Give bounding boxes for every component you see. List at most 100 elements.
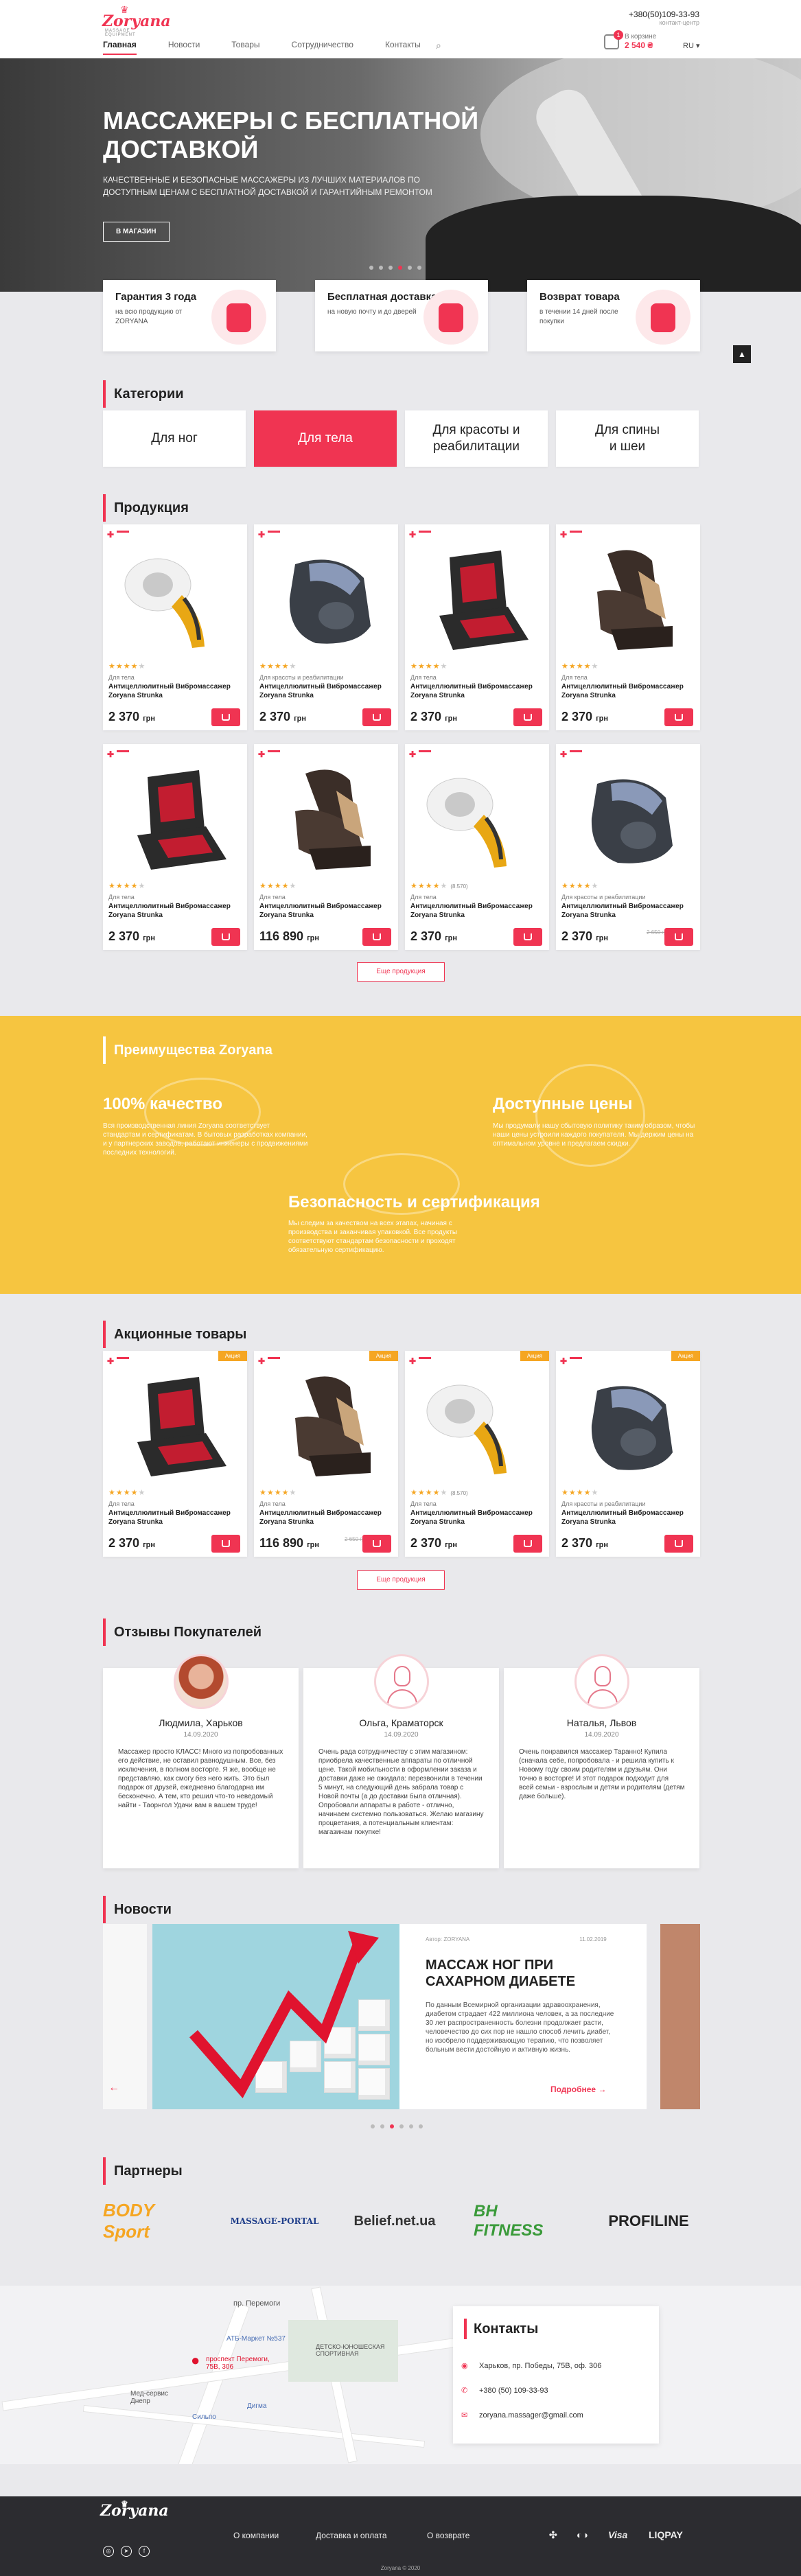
- more-products-button[interactable]: Еще продукция: [357, 962, 445, 982]
- slider-dot[interactable]: [380, 2124, 384, 2128]
- cart-icon[interactable]: 1: [604, 30, 623, 49]
- news-more-link[interactable]: Подробнее →: [550, 2085, 606, 2094]
- add-to-cart-button[interactable]: [664, 1535, 693, 1553]
- contact-email[interactable]: ✉ zoryana.massager@gmail.com: [461, 2411, 583, 2420]
- partner-bh-fitness[interactable]: BH FITNESS: [474, 2201, 570, 2242]
- news-slider-dots[interactable]: [371, 2124, 423, 2128]
- add-to-cart-button[interactable]: [664, 928, 693, 946]
- add-to-cart-button[interactable]: [664, 708, 693, 726]
- slider-dot[interactable]: [388, 266, 393, 270]
- slider-dot[interactable]: [369, 266, 373, 270]
- telegram-icon[interactable]: ➤: [121, 2546, 132, 2557]
- category-legs[interactable]: Для ног: [103, 410, 246, 467]
- slider-dot[interactable]: [409, 2124, 413, 2128]
- news-card[interactable]: Автор: ZORYANA 11.02.2019 МАССАЖ НОГ ПРИ…: [152, 1924, 647, 2109]
- nav-products[interactable]: Товары: [231, 40, 259, 55]
- instagram-icon[interactable]: ◎: [103, 2546, 114, 2557]
- product-name[interactable]: Антицеллюлитный Вибромассажер Zoryana St…: [108, 682, 246, 700]
- product-name[interactable]: Антицеллюлитный Вибромассажер Zoryana St…: [561, 902, 699, 920]
- product-card[interactable]: ✚ ★★★★★ Для красоты и реабилитации Антиц…: [556, 744, 700, 950]
- product-card[interactable]: ✚ ★★★★★ Для красоты и реабилитации Антиц…: [254, 524, 398, 730]
- add-to-cart-button[interactable]: [513, 928, 542, 946]
- partner-profiline[interactable]: PROFILINE: [594, 2201, 704, 2242]
- footer-link-about[interactable]: О компании: [233, 2531, 279, 2540]
- product-image[interactable]: [570, 544, 686, 657]
- scroll-up-button[interactable]: ▲: [733, 345, 751, 363]
- product-card[interactable]: ✚ ★★★★★ Для тела Антицеллюлитный Виброма…: [405, 524, 549, 730]
- product-image[interactable]: [570, 1370, 686, 1483]
- add-to-cart-button[interactable]: [362, 1535, 391, 1553]
- product-name[interactable]: Антицеллюлитный Вибромассажер Zoryana St…: [259, 682, 397, 700]
- product-card[interactable]: ✚ Акция ★★★★★ Для тела Антицеллюлитный В…: [254, 1351, 398, 1557]
- nav-news[interactable]: Новости: [168, 40, 200, 55]
- product-name[interactable]: Антицеллюлитный Вибромассажер Zoryana St…: [108, 1509, 246, 1527]
- product-card[interactable]: ✚ ★★★★★ Для тела Антицеллюлитный Виброма…: [103, 524, 247, 730]
- cart-widget[interactable]: 1 В корзине 2 540 ₴: [604, 30, 656, 50]
- add-to-cart-button[interactable]: [211, 928, 240, 946]
- product-image[interactable]: [268, 544, 384, 657]
- slider-dot[interactable]: [399, 2124, 404, 2128]
- category-body[interactable]: Для тела: [254, 410, 397, 467]
- product-name[interactable]: Антицеллюлитный Вибромассажер Zoryana St…: [410, 902, 548, 920]
- more-promo-button[interactable]: Еще продукция: [357, 1570, 445, 1590]
- product-card[interactable]: ✚ Акция ★★★★★ Для красоты и реабилитации…: [556, 1351, 700, 1557]
- footer-link-delivery[interactable]: Доставка и оплата: [316, 2531, 387, 2540]
- footer-logo[interactable]: ♛ Zoryana: [100, 2499, 169, 2520]
- product-image[interactable]: [419, 1370, 535, 1483]
- product-name[interactable]: Антицеллюлитный Вибромассажер Zoryana St…: [259, 1509, 397, 1527]
- arrow-left-icon[interactable]: ←: [108, 2082, 119, 2094]
- category-beauty[interactable]: Для красоты и реабилитации: [405, 410, 548, 467]
- product-name[interactable]: Антицеллюлитный Вибромассажер Zoryana St…: [410, 682, 548, 700]
- facebook-icon[interactable]: f: [139, 2546, 150, 2557]
- product-name[interactable]: Антицеллюлитный Вибромассажер Zoryana St…: [410, 1509, 548, 1527]
- slider-dot[interactable]: [417, 266, 421, 270]
- logo[interactable]: ♛ Zoryana MASSAGE EQUIPMENT: [100, 4, 171, 37]
- hero-slider-dots[interactable]: [369, 266, 421, 270]
- product-card[interactable]: ✚ Акция ★★★★★ (8.570) Для тела Антицеллюл…: [405, 1351, 549, 1557]
- slider-dot[interactable]: [371, 2124, 375, 2128]
- partner-massage-portal[interactable]: MASSAGE-PORTAL: [227, 2201, 323, 2242]
- add-to-cart-button[interactable]: [211, 708, 240, 726]
- nav-home[interactable]: Главная: [103, 40, 137, 55]
- footer-link-return[interactable]: О возврате: [427, 2531, 469, 2540]
- language-switch[interactable]: RU ▾: [683, 41, 699, 50]
- product-image[interactable]: [117, 763, 233, 877]
- add-to-cart-button[interactable]: [513, 1535, 542, 1553]
- slider-dot[interactable]: [419, 2124, 423, 2128]
- product-image[interactable]: [117, 1370, 233, 1483]
- search-icon[interactable]: ⌕: [436, 40, 441, 51]
- product-card[interactable]: ✚ ★★★★★ Для тела Антицеллюлитный Виброма…: [556, 524, 700, 730]
- map[interactable]: пр. Перемоги АТБ-Маркет №537 ДЕТСКО-ЮНОШ…: [0, 2286, 801, 2464]
- contact-email-text[interactable]: zoryana.massager@gmail.com: [479, 2411, 583, 2420]
- shop-button[interactable]: В МАГАЗИН: [103, 222, 170, 242]
- product-name[interactable]: Антицеллюлитный Вибромассажер Zoryana St…: [108, 902, 246, 920]
- partner-belief[interactable]: Belief.net.ua: [343, 2201, 446, 2242]
- product-image[interactable]: [419, 544, 535, 657]
- product-image[interactable]: [268, 1370, 384, 1483]
- slider-dot-active[interactable]: [398, 266, 402, 270]
- category-back-neck[interactable]: Для спины и шеи: [556, 410, 699, 467]
- add-to-cart-button[interactable]: [362, 708, 391, 726]
- product-card[interactable]: ✚ Акция ★★★★★ Для тела Антицеллюлитный В…: [103, 1351, 247, 1557]
- map-pin-icon[interactable]: ●: [191, 2352, 200, 2369]
- partner-body-sport[interactable]: BODY Sport: [103, 2200, 199, 2242]
- product-name[interactable]: Антицеллюлитный Вибромассажер Zoryana St…: [561, 682, 699, 700]
- header-phone[interactable]: +380(50)109-33-93 контакт-центр: [629, 10, 699, 26]
- product-image[interactable]: [419, 763, 535, 877]
- product-card[interactable]: ✚ ★★★★★ Для тела Антицеллюлитный Виброма…: [254, 744, 398, 950]
- contact-phone[interactable]: ✆ +380 (50) 109-33-93: [461, 2386, 548, 2395]
- slider-dot[interactable]: [379, 266, 383, 270]
- slider-dot[interactable]: [408, 266, 412, 270]
- add-to-cart-button[interactable]: [513, 708, 542, 726]
- product-image[interactable]: [268, 763, 384, 877]
- product-name[interactable]: Антицеллюлитный Вибромассажер Zoryana St…: [561, 1509, 699, 1527]
- nav-contacts[interactable]: Контакты: [385, 40, 421, 55]
- product-image[interactable]: [117, 544, 233, 657]
- product-name[interactable]: Антицеллюлитный Вибромассажер Zoryana St…: [259, 902, 397, 920]
- nav-cooperation[interactable]: Сотрудничество: [292, 40, 353, 55]
- news-next-card[interactable]: [660, 1924, 700, 2109]
- product-image[interactable]: [570, 763, 686, 877]
- product-card[interactable]: ✚ ★★★★★ (8.570) Для тела Антицеллюлитный …: [405, 744, 549, 950]
- add-to-cart-button[interactable]: [362, 928, 391, 946]
- phone-number[interactable]: +380(50)109-33-93: [629, 10, 699, 19]
